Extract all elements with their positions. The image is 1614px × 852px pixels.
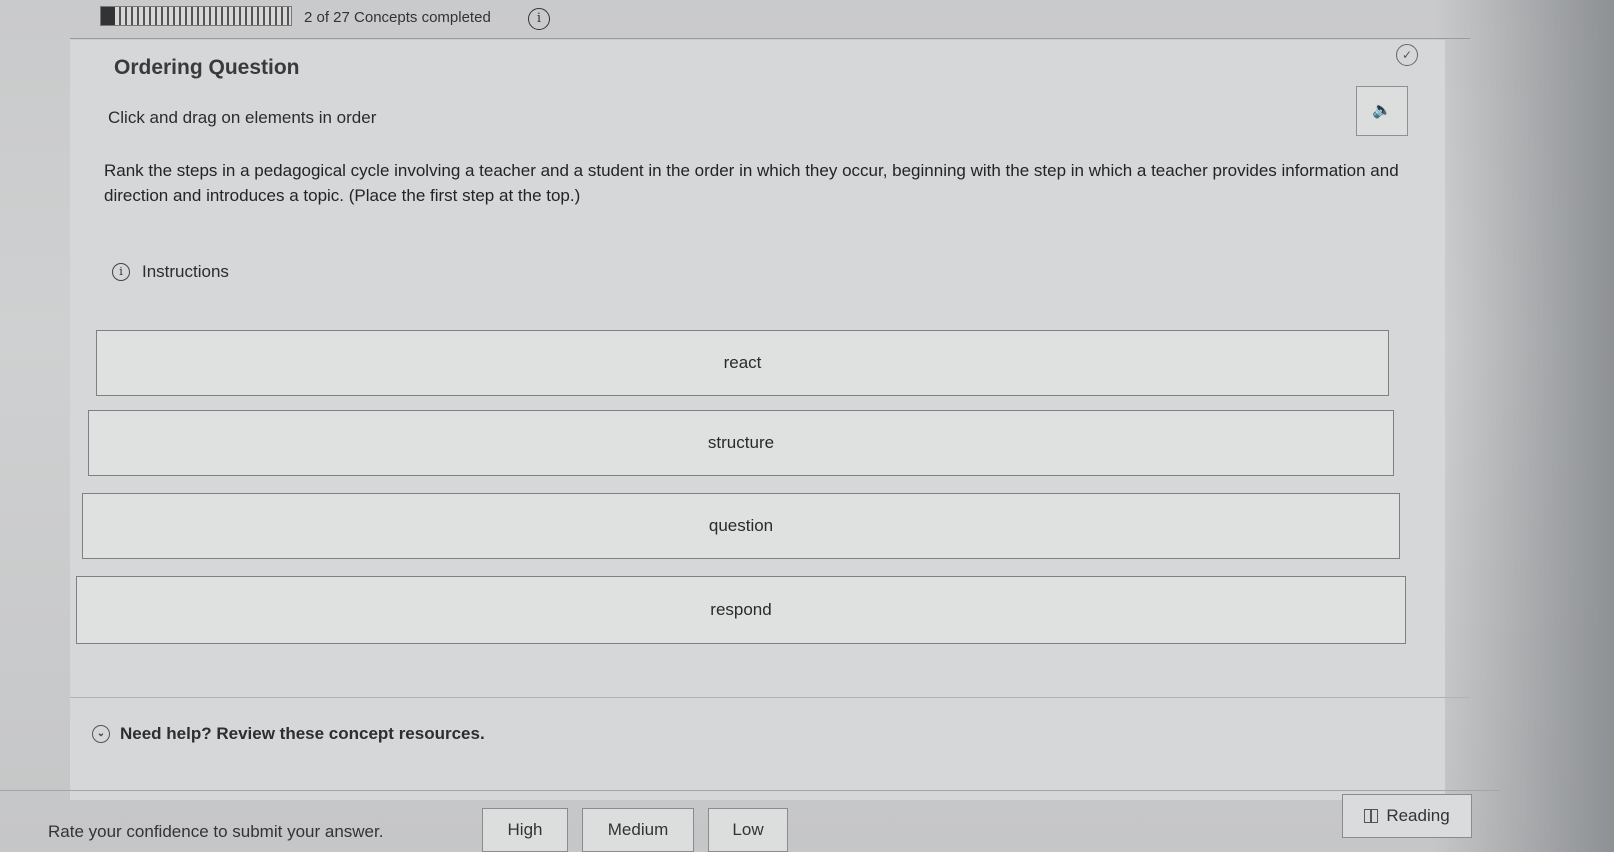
progress-fill [101, 7, 116, 25]
ordering-item[interactable]: respond [76, 576, 1406, 644]
confidence-high-button[interactable]: High [482, 808, 568, 852]
confidence-high-label: High [507, 820, 543, 839]
ordering-item[interactable]: react [96, 330, 1389, 396]
question-instruction: Click and drag on elements in order [108, 108, 377, 127]
info-icon: i [112, 263, 130, 281]
confidence-prompt: Rate your confidence to submit your answ… [48, 822, 384, 841]
header-divider [70, 38, 1470, 39]
ordering-item-label: question [708, 516, 774, 535]
confidence-low-button[interactable]: Low [708, 808, 788, 852]
book-icon [1364, 809, 1379, 823]
speaker-icon: 🔈 [1372, 102, 1392, 119]
chevron-down-icon: ⌄ [92, 725, 110, 743]
ordering-item-label: react [723, 353, 762, 372]
info-icon[interactable]: i [528, 8, 550, 30]
progress-text: 2 of 27 Concepts completed [304, 9, 491, 26]
footer-divider [0, 790, 1500, 791]
reading-button[interactable]: Reading [1342, 794, 1472, 838]
audio-button[interactable]: 🔈 [1356, 86, 1408, 136]
confidence-low-label: Low [732, 820, 764, 839]
help-label: Need help? Review these concept resource… [120, 724, 485, 743]
ordering-item[interactable]: question [82, 493, 1400, 559]
ordering-item[interactable]: structure [88, 410, 1394, 476]
help-divider [70, 697, 1470, 698]
page-title: Ordering Question [114, 56, 300, 79]
ordering-item-label: structure [707, 433, 775, 452]
ordering-item-label: respond [710, 600, 772, 619]
instructions-link[interactable]: i Instructions [112, 262, 229, 282]
reading-label: Reading [1386, 806, 1450, 825]
confidence-medium-label: Medium [607, 820, 669, 839]
confidence-medium-button[interactable]: Medium [582, 808, 694, 852]
question-text: Rank the steps in a pedagogical cycle in… [104, 161, 1399, 205]
background-shade [1434, 0, 1614, 852]
progress-bar [100, 6, 292, 26]
instructions-label: Instructions [142, 262, 229, 281]
check-circle-icon[interactable]: ✓ [1396, 44, 1418, 66]
help-resources-toggle[interactable]: ⌄ Need help? Review these concept resour… [92, 724, 485, 744]
